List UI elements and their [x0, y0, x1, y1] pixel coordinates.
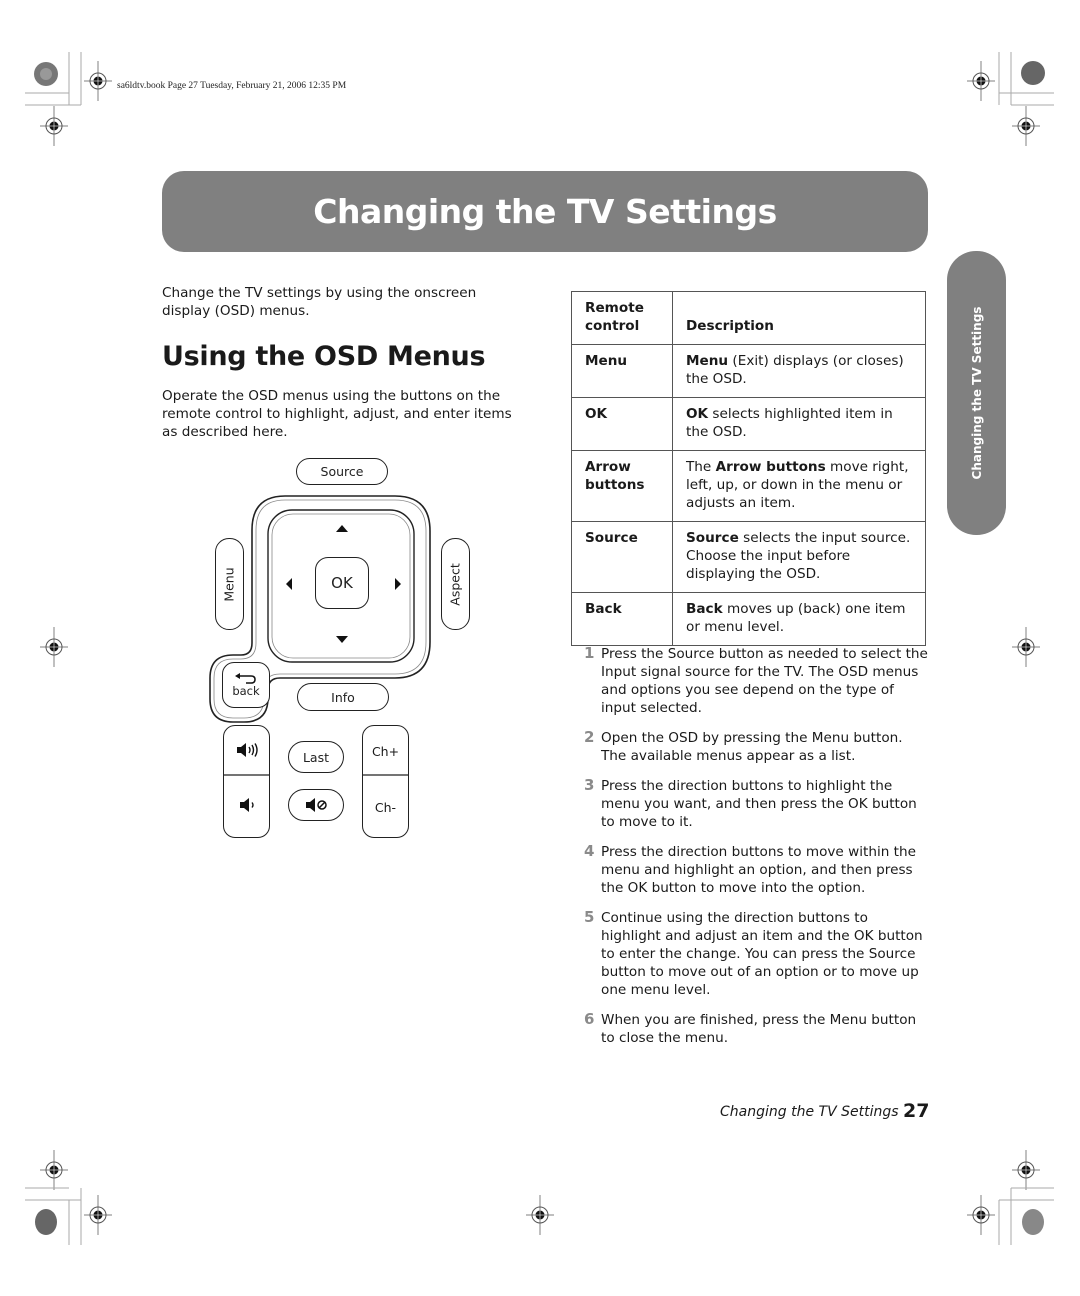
crop-mark-bottom-right	[966, 1149, 1054, 1245]
source-label: Source	[320, 464, 364, 479]
step-item: 5 Continue using the direction buttons to…	[584, 908, 929, 999]
step-text: Press the direction buttons to move with…	[601, 844, 916, 896]
volume-down-button[interactable]	[223, 785, 270, 825]
back-button[interactable]: back	[222, 662, 270, 708]
step-item: 1 Press the Source button as needed to se…	[584, 644, 929, 717]
control-name: Back	[571, 592, 673, 646]
description-keyword: Back	[686, 601, 723, 617]
arrow-left-icon	[286, 578, 292, 590]
table-row: Source Source selects the input source. C…	[571, 521, 926, 593]
remote-control-table: Remote control Description Menu Menu (Exi…	[571, 291, 926, 646]
last-button[interactable]: Last	[288, 741, 344, 773]
table-header-row: Remote control Description	[571, 291, 926, 345]
control-name: OK	[571, 397, 673, 451]
control-description: The Arrow buttons move right, left, up, …	[672, 450, 926, 522]
registration-mark-icon	[39, 1149, 69, 1191]
step-number: 2	[584, 728, 595, 746]
registration-mark-icon	[525, 1194, 555, 1236]
registration-mark-icon	[83, 60, 113, 102]
step-item: 4 Press the direction buttons to move wit…	[584, 842, 929, 897]
section-heading: Using the OSD Menus	[162, 341, 486, 372]
back-label: back	[232, 684, 260, 698]
print-slug: sa6ldtv.book Page 27 Tuesday, February 2…	[117, 81, 347, 91]
info-label: Info	[331, 689, 355, 705]
ch-down-label: Ch-	[374, 799, 397, 815]
menu-label: Menu	[222, 566, 238, 602]
step-item: 2 Open the OSD by pressing the Menu butto…	[584, 728, 929, 765]
registration-mark-icon	[1011, 626, 1041, 668]
description-keyword: Source	[686, 530, 739, 546]
step-number: 6	[584, 1010, 595, 1028]
ok-button[interactable]: OK	[315, 557, 369, 609]
mute-icon	[306, 798, 327, 812]
section-body: Operate the OSD menus using the buttons …	[162, 388, 512, 440]
chapter-title: Changing the TV Settings	[313, 192, 777, 231]
control-name: Arrow buttons	[571, 450, 673, 522]
control-description: Back moves up (back) one item or menu le…	[672, 592, 926, 646]
table-row: Arrow buttons The Arrow buttons move righ…	[571, 450, 926, 522]
step-text: When you are finished, press the Menu bu…	[601, 1012, 917, 1046]
description-keyword: OK	[686, 406, 709, 422]
description-prefix: The	[686, 459, 716, 475]
crop-mark-bottom-left	[25, 1149, 113, 1245]
control-name: Source	[571, 521, 673, 593]
control-description: Source selects the input source. Choose …	[672, 521, 926, 593]
channel-down-button[interactable]: Ch-	[362, 790, 409, 824]
chapter-side-tab: Changing the TV Settings	[947, 251, 1006, 535]
chapter-banner: Changing the TV Settings	[162, 171, 928, 252]
menu-button[interactable]: Menu	[215, 538, 244, 630]
source-button[interactable]: Source	[296, 458, 388, 485]
volume-up-button[interactable]	[223, 730, 270, 770]
header-remote-control: Remote control	[571, 291, 673, 345]
control-name: Menu	[571, 344, 673, 398]
ch-up-label: Ch+	[371, 743, 400, 759]
ok-label: OK	[331, 574, 353, 592]
registration-mark-icon	[966, 60, 996, 102]
table-row: OK OK selects highlighted item in the OSD…	[571, 397, 926, 451]
description-keyword: Menu	[686, 353, 729, 369]
procedure-steps: 1 Press the Source button as needed to se…	[584, 644, 929, 1059]
registration-mark-icon	[966, 1194, 996, 1236]
crop-mark-top-right	[966, 52, 1054, 147]
step-text: Open the OSD by pressing the Menu button…	[601, 730, 903, 764]
step-item: 3 Press the direction buttons to highligh…	[584, 776, 929, 831]
page-number: 27	[903, 1100, 930, 1122]
volume-up-icon	[236, 743, 258, 757]
arrow-right-icon	[395, 578, 401, 590]
intro-paragraph: Change the TV settings by using the onsc…	[162, 285, 477, 319]
footer-section-title: Changing the TV Settings	[720, 1104, 899, 1120]
header-description: Description	[672, 291, 926, 345]
channel-up-button[interactable]: Ch+	[362, 734, 409, 768]
registration-mark-icon	[83, 1194, 113, 1236]
last-label: Last	[302, 749, 330, 765]
arrow-down-icon	[336, 636, 348, 643]
remote-control-diagram: Source Menu Aspect OK back Info Last Ch+…	[205, 450, 475, 850]
step-item: 6 When you are finished, press the Menu b…	[584, 1010, 929, 1047]
side-tab-label: Changing the TV Settings	[969, 306, 984, 480]
table-row: Menu Menu (Exit) displays (or closes) the…	[571, 344, 926, 398]
info-button[interactable]: Info	[297, 683, 389, 711]
registration-mark-icon	[1011, 105, 1041, 147]
step-number: 1	[584, 644, 595, 662]
registration-mark-icon	[39, 626, 69, 668]
step-text: Continue using the direction buttons to …	[601, 910, 923, 998]
description-keyword: Arrow buttons	[715, 459, 826, 475]
aspect-button[interactable]: Aspect	[441, 538, 470, 630]
step-text: Press the direction buttons to highlight…	[601, 778, 917, 830]
registration-mark-icon	[1011, 1149, 1041, 1191]
table-row: Back Back moves up (back) one item or men…	[571, 592, 926, 646]
step-number: 5	[584, 908, 595, 926]
crop-mark-top-left	[25, 52, 113, 147]
step-text: Press the Source button as needed to sel…	[601, 646, 928, 716]
arrow-up-icon	[336, 525, 348, 532]
aspect-label: Aspect	[448, 562, 463, 606]
step-number: 4	[584, 842, 595, 860]
step-number: 3	[584, 776, 595, 794]
mute-button[interactable]	[288, 789, 344, 821]
control-description: Menu (Exit) displays (or closes) the OSD…	[672, 344, 926, 398]
control-description: OK selects highlighted item in the OSD.	[672, 397, 926, 451]
registration-mark-icon	[39, 105, 69, 147]
volume-down-icon	[239, 798, 254, 812]
description-text: selects highlighted item in the OSD.	[686, 406, 893, 440]
